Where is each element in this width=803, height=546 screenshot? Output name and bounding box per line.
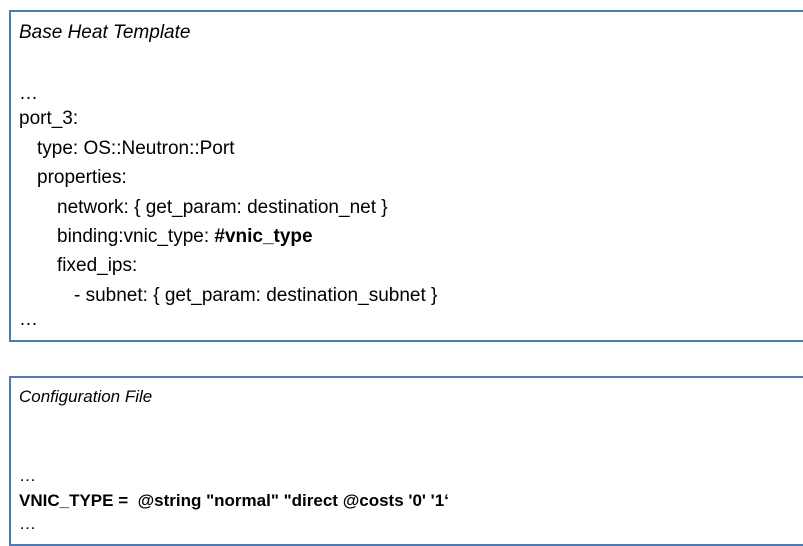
code-line-port: port_3: (19, 108, 79, 129)
vnic-type-placeholder: #vnic_type (214, 226, 313, 247)
config-ellipsis-top: … (19, 466, 36, 485)
vnic-type-config-line: VNIC_TYPE = @string "normal" "direct @co… (19, 491, 449, 510)
code-line-fixed-ips: fixed_ips: (57, 255, 138, 276)
code-line-subnet: - subnet: { get_param: destination_subne… (74, 285, 438, 306)
configuration-file-box: Configuration File … VNIC_TYPE = @string… (9, 376, 803, 546)
ellipsis-bottom: … (19, 309, 38, 330)
config-ellipsis-bottom: … (19, 514, 36, 533)
code-line-binding: binding:vnic_type: #vnic_type (57, 225, 313, 248)
code-line-properties: properties: (37, 167, 127, 188)
code-line-network: network: { get_param: destination_net } (57, 197, 388, 218)
config-title: Configuration File (19, 387, 153, 406)
base-heat-template-box: Base Heat Template … port_3: type: OS::N… (9, 10, 803, 342)
ellipsis-top: … (19, 83, 38, 104)
code-line-type: type: OS::Neutron::Port (37, 138, 235, 159)
binding-key: binding:vnic_type: (57, 226, 215, 247)
template-title: Base Heat Template (19, 22, 191, 43)
